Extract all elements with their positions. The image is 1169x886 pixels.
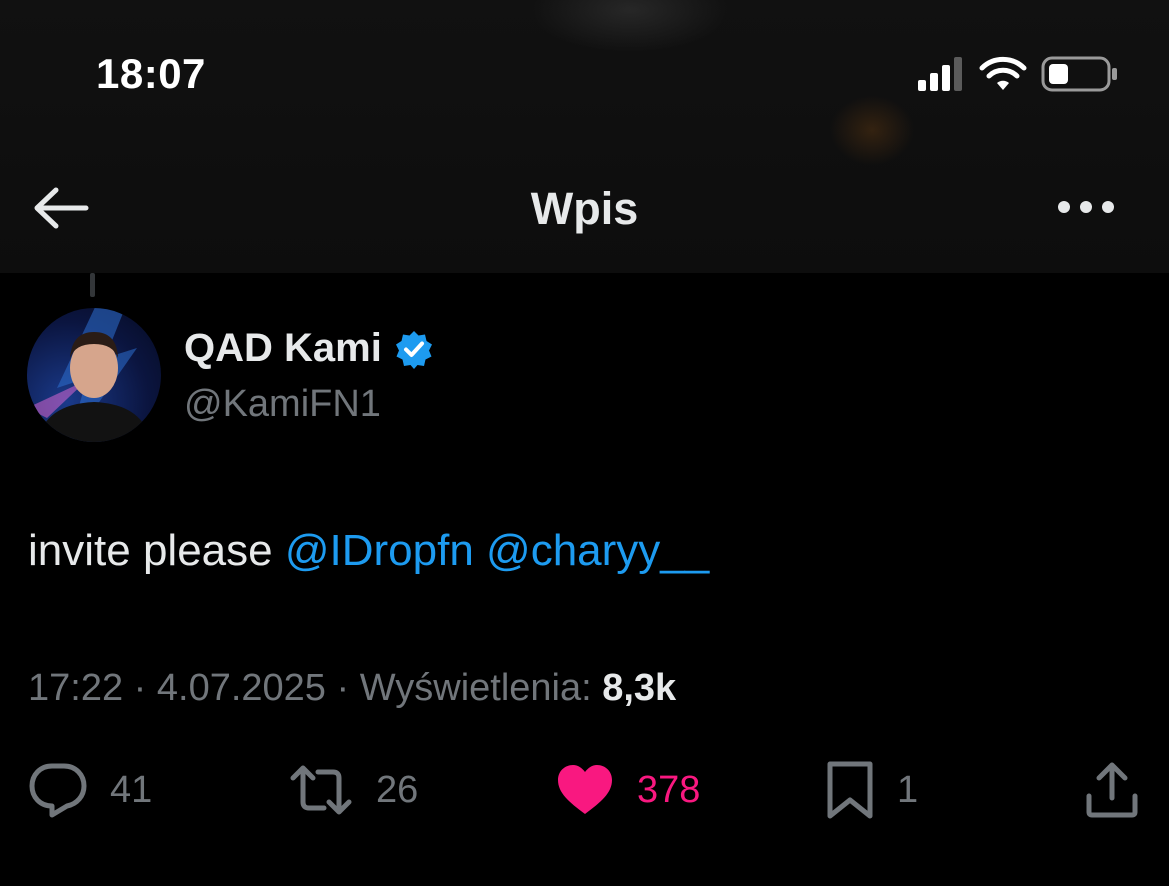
author-handle[interactable]: @KamiFN1 bbox=[184, 383, 381, 426]
share-button[interactable] bbox=[1082, 750, 1142, 830]
meta-separator: · bbox=[133, 667, 147, 709]
mention-link[interactable]: @charyy__ bbox=[486, 526, 709, 575]
reply-count: 41 bbox=[110, 768, 153, 811]
views-count[interactable]: 8,3k bbox=[602, 667, 676, 709]
retweet-button[interactable]: 26 bbox=[288, 750, 418, 830]
like-count: 378 bbox=[637, 768, 701, 811]
retweet-icon bbox=[290, 765, 352, 815]
retweet-count: 26 bbox=[376, 768, 419, 811]
like-button[interactable]: 378 bbox=[555, 750, 700, 830]
share-icon bbox=[1086, 762, 1138, 818]
mention-link[interactable]: @IDropfn bbox=[285, 526, 474, 575]
thread-connector bbox=[90, 273, 95, 297]
action-bar: 41 26 378 1 bbox=[0, 750, 1169, 830]
meta-separator: · bbox=[336, 667, 350, 709]
status-time: 18:07 bbox=[96, 50, 206, 97]
author-name[interactable]: QAD Kami bbox=[184, 326, 382, 371]
battery-icon bbox=[1041, 56, 1117, 92]
views-label: Wyświetlenia: bbox=[359, 667, 592, 709]
author-row: QAD Kami bbox=[184, 326, 434, 371]
tweet-time: 17:22 bbox=[28, 667, 124, 709]
tweet-text: invite please @IDropfn @charyy__ bbox=[28, 526, 709, 576]
more-button[interactable] bbox=[1051, 185, 1121, 229]
status-icons bbox=[917, 55, 1119, 93]
reply-icon bbox=[29, 763, 87, 818]
bookmark-button[interactable]: 1 bbox=[825, 750, 918, 830]
reply-button[interactable]: 41 bbox=[28, 750, 152, 830]
avatar[interactable] bbox=[27, 308, 161, 442]
bookmark-count: 1 bbox=[897, 768, 919, 811]
tweet-date: 4.07.2025 bbox=[156, 667, 326, 709]
heart-filled-icon bbox=[558, 765, 612, 814]
more-horizontal-icon bbox=[1058, 201, 1114, 213]
avatar-image bbox=[27, 308, 151, 442]
verified-badge-icon bbox=[395, 330, 432, 369]
signal-icon bbox=[918, 57, 962, 91]
tweet-meta: 17:22 · 4.07.2025 · Wyświetlenia: 8,3k bbox=[28, 667, 676, 710]
page-title: Wpis bbox=[530, 183, 639, 234]
wifi-icon bbox=[979, 56, 1027, 90]
tweet-text-body: invite please bbox=[28, 526, 273, 575]
bookmark-icon bbox=[827, 761, 873, 819]
